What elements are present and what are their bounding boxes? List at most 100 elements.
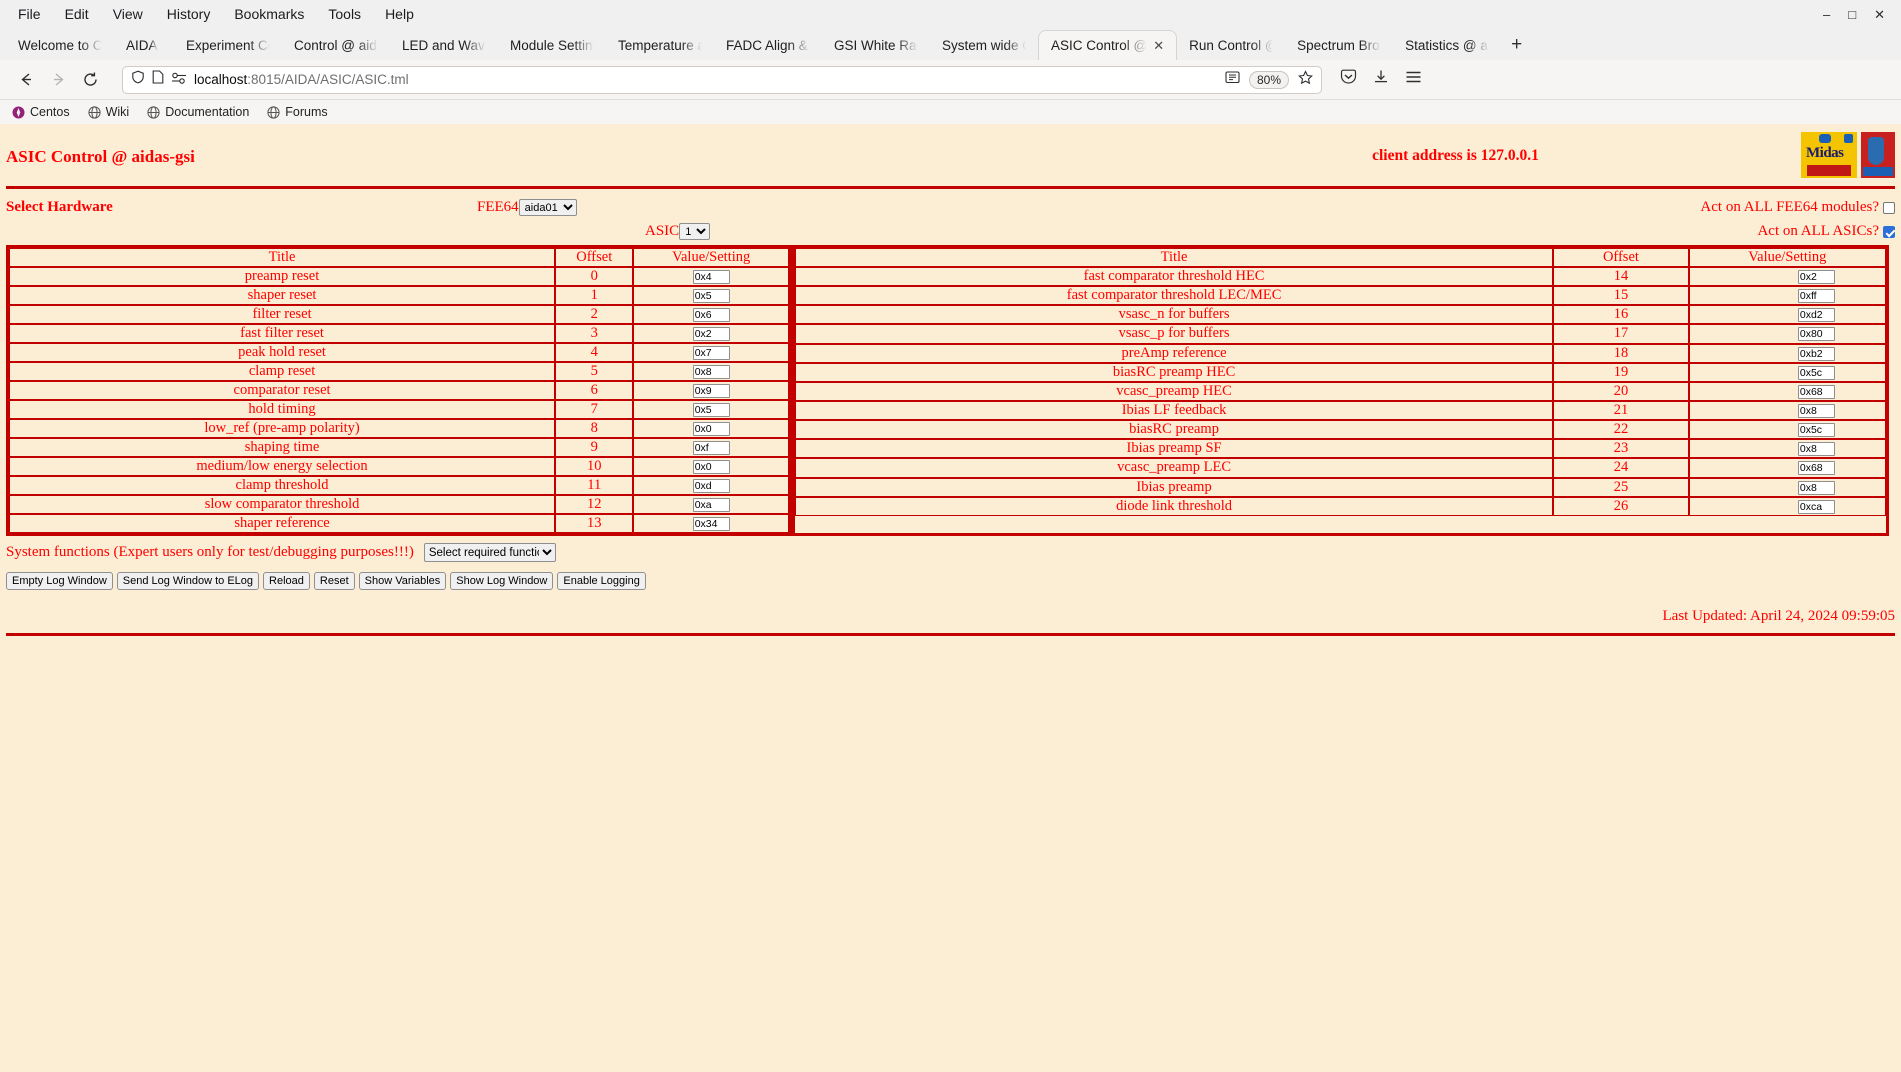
browser-tab-5[interactable]: Module Settings (498, 30, 606, 60)
register-value-input[interactable] (1797, 289, 1835, 304)
browser-tab-1[interactable]: AIDA (114, 30, 174, 60)
fee64-select[interactable]: aida01 (518, 199, 577, 216)
register-value-input[interactable] (692, 384, 730, 398)
register-value-input[interactable] (692, 403, 730, 417)
register-value-input[interactable] (1797, 365, 1835, 380)
register-value-input[interactable] (1797, 480, 1835, 495)
browser-tab-12[interactable]: Spectrum Brows (1285, 30, 1393, 60)
enable-logging-button[interactable]: Enable Logging (557, 572, 646, 590)
logo-group: Midas (1801, 132, 1895, 178)
register-value-input[interactable] (692, 517, 730, 531)
pocket-icon[interactable] (1340, 69, 1357, 90)
empty-log-window-button[interactable]: Empty Log Window (6, 572, 113, 590)
address-bar[interactable]: localhost:8015/AIDA/ASIC/ASIC.tml 80% (122, 65, 1322, 94)
close-window-icon[interactable]: ✕ (1874, 8, 1885, 21)
menu-item-history[interactable]: History (157, 3, 221, 25)
zoom-level-indicator[interactable]: 80% (1248, 70, 1289, 89)
register-value-input[interactable] (692, 479, 730, 493)
register-value-input[interactable] (692, 441, 730, 455)
act-all-fee64-checkbox[interactable] (1883, 201, 1895, 214)
browser-tab-7[interactable]: FADC Align & Co (714, 30, 822, 60)
menu-item-edit[interactable]: Edit (55, 3, 99, 25)
shield-icon[interactable] (131, 70, 145, 89)
browser-tab-8[interactable]: GSI White Rabbit (822, 30, 930, 60)
register-value-input[interactable] (692, 422, 730, 436)
new-tab-icon[interactable]: + (1501, 34, 1532, 60)
asic-control-page: ASIC Control @ aidas-gsi client address … (0, 124, 1901, 1072)
bookmark-wiki[interactable]: Wiki (88, 105, 130, 119)
window-controls: – □ ✕ (1823, 0, 1895, 28)
menu-item-file[interactable]: File (8, 3, 51, 25)
browser-tab-4[interactable]: LED and Wavefor (390, 30, 498, 60)
register-value-input[interactable] (1797, 308, 1835, 323)
register-value-input[interactable] (1797, 442, 1835, 457)
register-value-cell (633, 495, 789, 514)
browser-tab-2[interactable]: Experiment Contr (174, 30, 282, 60)
browser-tab-asic-control[interactable]: ASIC Control @ ✕ (1038, 30, 1178, 60)
globe-icon (267, 105, 280, 119)
back-icon[interactable] (10, 65, 42, 95)
register-value-input[interactable] (1797, 327, 1835, 342)
menu-item-help[interactable]: Help (375, 3, 424, 25)
browser-tab-3[interactable]: Control @ aidas- (282, 30, 390, 60)
reload-button[interactable]: Reload (263, 572, 310, 590)
register-value-input[interactable] (1797, 384, 1835, 399)
browser-tab-9[interactable]: System wide Che (930, 30, 1038, 60)
page-info-icon[interactable] (152, 70, 164, 89)
register-title: Ibias preamp (795, 477, 1554, 497)
bookmark-label: Wiki (105, 105, 130, 119)
system-function-select[interactable]: Select required function (423, 543, 556, 562)
hamburger-menu-icon[interactable] (1405, 70, 1422, 89)
bookmark-label: Documentation (165, 105, 250, 119)
asic-select[interactable]: 1 (679, 223, 711, 240)
minimize-icon[interactable]: – (1823, 8, 1830, 21)
menu-item-view[interactable]: View (103, 3, 153, 25)
register-value-input[interactable] (692, 270, 730, 284)
act-all-asics-checkbox[interactable] (1883, 225, 1895, 238)
register-value-input[interactable] (692, 346, 730, 360)
register-value-input[interactable] (1797, 423, 1835, 438)
register-value-input[interactable] (692, 327, 730, 341)
register-value-input[interactable] (692, 289, 730, 303)
send-log-window-to-elog-button[interactable]: Send Log Window to ELog (116, 572, 260, 590)
browser-tab-6[interactable]: Temperature and (606, 30, 714, 60)
maximize-icon[interactable]: □ (1848, 8, 1856, 21)
register-value-input[interactable] (1797, 499, 1835, 514)
table-row: medium/low energy selection 10 (9, 457, 789, 476)
bookmark-documentation[interactable]: Documentation (147, 105, 249, 119)
menu-item-bookmarks[interactable]: Bookmarks (224, 3, 314, 25)
reader-mode-icon[interactable] (1225, 70, 1240, 89)
register-value-input[interactable] (1797, 346, 1835, 361)
reload-icon[interactable] (74, 65, 106, 95)
menu-item-tools[interactable]: Tools (318, 3, 371, 25)
register-value-input[interactable] (1797, 404, 1835, 419)
register-value-cell (633, 286, 789, 305)
bookmark-star-icon[interactable] (1298, 69, 1313, 90)
show-log-window-button[interactable]: Show Log Window (450, 572, 554, 590)
register-value-input[interactable] (1797, 270, 1835, 285)
browser-tab-0[interactable]: Welcome to Cent (6, 30, 114, 60)
register-value-input[interactable] (692, 308, 730, 322)
register-value-input[interactable] (692, 498, 730, 512)
register-value-input[interactable] (1797, 461, 1835, 476)
close-tab-icon[interactable]: ✕ (1153, 38, 1164, 54)
downloads-icon[interactable] (1373, 69, 1389, 90)
register-value-cell (633, 514, 789, 533)
reset-button[interactable]: Reset (313, 572, 355, 590)
browser-tab-11[interactable]: Run Control @ ai (1177, 30, 1285, 60)
bookmark-centos[interactable]: Centos (12, 105, 70, 119)
url-text[interactable]: localhost:8015/AIDA/ASIC/ASIC.tml (194, 72, 409, 87)
asic-registers-tables: Title Offset Value/Setting preamp reset 0… (6, 245, 1895, 536)
register-value-input[interactable] (692, 365, 730, 379)
register-value-cell (633, 305, 789, 324)
register-value-input[interactable] (692, 460, 730, 474)
browser-tab-13[interactable]: Statistics @ aidas (1393, 30, 1501, 60)
empty-cell (1688, 515, 1886, 533)
show-variables-button[interactable]: Show Variables (358, 572, 447, 590)
table-row: vcasc_preamp HEC 20 (795, 381, 1886, 401)
permissions-icon[interactable] (171, 71, 187, 89)
tab-bar: Welcome to Cent AIDA Experiment Contr Co… (0, 28, 1901, 60)
register-value-cell (1688, 477, 1886, 497)
forward-icon[interactable] (42, 65, 74, 95)
bookmark-forums[interactable]: Forums (267, 105, 328, 119)
